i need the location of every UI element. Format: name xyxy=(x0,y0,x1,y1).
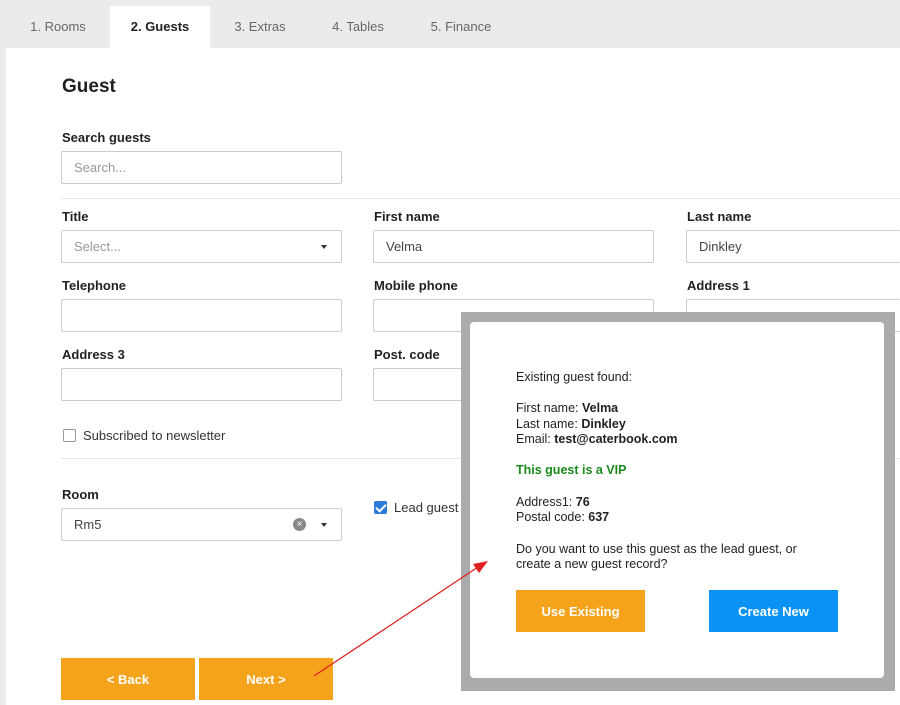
chevron-down-icon xyxy=(321,523,327,527)
dialog-address1-label: Address1: xyxy=(516,495,576,509)
newsletter-label: Subscribed to newsletter xyxy=(83,428,226,443)
address1-label: Address 1 xyxy=(687,278,750,293)
next-button[interactable]: Next > xyxy=(199,658,333,700)
address3-label: Address 3 xyxy=(62,347,125,362)
dialog-question-line2: create a new guest record? xyxy=(516,557,668,571)
search-input[interactable] xyxy=(61,151,342,184)
tab-rooms[interactable]: 1. Rooms xyxy=(10,6,106,48)
create-new-button[interactable]: Create New xyxy=(709,590,838,632)
existing-guest-dialog: Existing guest found: First name: Velma … xyxy=(470,322,884,678)
telephone-label: Telephone xyxy=(62,278,127,293)
back-button[interactable]: < Back xyxy=(61,658,195,700)
dialog-heading: Existing guest found: xyxy=(516,370,633,384)
chevron-down-icon xyxy=(321,245,327,249)
dialog-question-line1: Do you want to use this guest as the lea… xyxy=(516,542,797,556)
dialog-address1: Address1: 76 xyxy=(516,495,590,509)
search-guests-label: Search guests xyxy=(62,130,151,145)
dialog-first-name: First name: Velma xyxy=(516,401,618,415)
lead-guest-checkbox[interactable] xyxy=(374,501,387,514)
tab-extras[interactable]: 3. Extras xyxy=(214,6,306,48)
use-existing-button[interactable]: Use Existing xyxy=(516,590,645,632)
first-name-field[interactable] xyxy=(373,230,654,263)
title-select-placeholder: Select... xyxy=(74,239,121,254)
dialog-first-name-value: Velma xyxy=(582,401,619,415)
title-select[interactable]: Select... xyxy=(61,230,342,263)
dialog-postal-code: Postal code: 637 xyxy=(516,510,609,524)
page-title: Guest xyxy=(62,76,116,97)
dialog-last-name: Last name: Dinkley xyxy=(516,417,626,431)
tab-finance[interactable]: 5. Finance xyxy=(410,6,512,48)
dialog-last-name-label: Last name: xyxy=(516,417,582,431)
room-label: Room xyxy=(62,487,99,502)
first-name-label: First name xyxy=(374,209,440,224)
tab-guests[interactable]: 2. Guests xyxy=(110,6,210,48)
title-label: Title xyxy=(62,209,89,224)
telephone-field[interactable] xyxy=(61,299,342,332)
post-code-label: Post. code xyxy=(374,347,440,362)
step-tabs: 1. Rooms 2. Guests 3. Extras 4. Tables 5… xyxy=(0,0,900,48)
dialog-last-name-value: Dinkley xyxy=(581,417,626,431)
address3-field[interactable] xyxy=(61,368,342,401)
room-select-value: Rm5 xyxy=(74,517,102,532)
room-select[interactable]: Rm5 × xyxy=(61,508,342,541)
dialog-postal-value: 637 xyxy=(588,510,610,524)
dialog-first-name-label: First name: xyxy=(516,401,582,415)
dialog-email: Email: test@caterbook.com xyxy=(516,432,678,446)
dialog-email-value: test@caterbook.com xyxy=(554,432,678,446)
tab-tables[interactable]: 4. Tables xyxy=(310,6,406,48)
dialog-email-label: Email: xyxy=(516,432,555,446)
divider xyxy=(61,198,900,199)
mobile-phone-label: Mobile phone xyxy=(374,278,458,293)
last-name-field[interactable] xyxy=(686,230,900,263)
dialog-address1-value: 76 xyxy=(575,495,590,509)
last-name-label: Last name xyxy=(687,209,752,224)
newsletter-checkbox[interactable] xyxy=(63,429,76,442)
lead-guest-label: Lead guest xyxy=(394,500,459,515)
vip-notice: This guest is a VIP xyxy=(516,463,627,477)
dialog-postal-label: Postal code: xyxy=(516,510,589,524)
clear-icon[interactable]: × xyxy=(293,518,306,531)
